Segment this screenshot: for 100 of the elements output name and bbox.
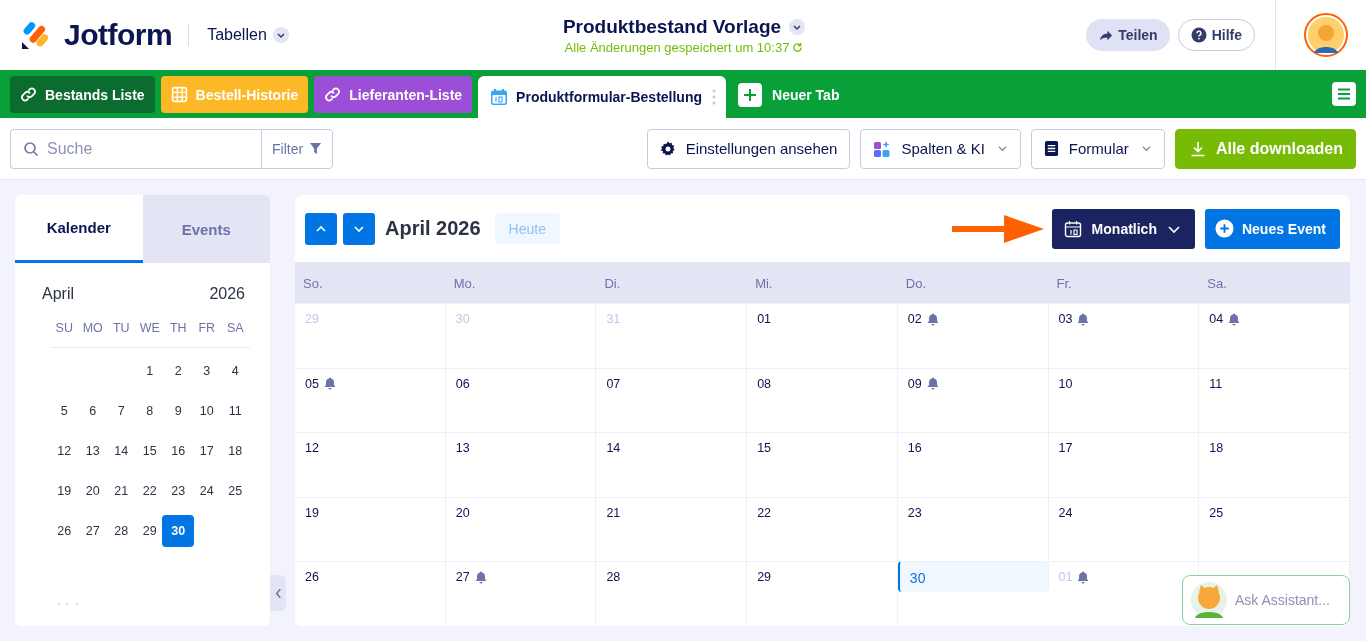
date-number: 22 bbox=[757, 505, 772, 520]
date-number: 19 bbox=[305, 505, 319, 520]
download-icon bbox=[1189, 140, 1206, 157]
date-number: 10 bbox=[1058, 376, 1073, 391]
calendar-cell[interactable]: 09 bbox=[897, 367, 1049, 433]
calendar-cell[interactable]: 15 bbox=[747, 432, 898, 497]
filter-button[interactable]: Filter bbox=[261, 128, 334, 169]
sheet-tab[interactable]: Lieferanten-Liste bbox=[314, 76, 473, 113]
calendar-cell[interactable]: 02 bbox=[897, 303, 1049, 368]
calendar-cell[interactable]: 10 bbox=[1048, 367, 1200, 433]
date-number: 17 bbox=[1058, 441, 1073, 456]
calendar-cell[interactable]: 17 bbox=[1048, 432, 1200, 497]
date-number: 15 bbox=[757, 441, 772, 456]
date-number: 12 bbox=[305, 441, 319, 456]
calendar-cell[interactable]: 11 bbox=[1199, 367, 1350, 433]
form-button[interactable]: Formular bbox=[1030, 128, 1165, 169]
link-icon bbox=[324, 86, 342, 103]
calendar-day[interactable]: 30 bbox=[162, 515, 195, 547]
calendar-cell[interactable]: 12 bbox=[295, 432, 446, 497]
next-button[interactable] bbox=[343, 212, 375, 245]
column-header: Sa. bbox=[1199, 262, 1350, 303]
calendar-cell[interactable]: 05 bbox=[295, 367, 446, 433]
new-event-button[interactable]: Neues Event bbox=[1204, 208, 1340, 249]
calendar-cell[interactable]: 28 bbox=[596, 561, 748, 626]
column-header: Di. bbox=[596, 262, 748, 303]
date-number: 21 bbox=[606, 505, 621, 520]
column-header: So. bbox=[295, 262, 446, 303]
date-number: 05 bbox=[305, 376, 319, 391]
calendar-cell[interactable]: 06 bbox=[445, 367, 597, 433]
calendar-cell[interactable]: 14 bbox=[596, 432, 748, 497]
date-number: 03 bbox=[1058, 312, 1073, 326]
calendar-cell[interactable]: 26 bbox=[295, 561, 446, 626]
refresh-icon bbox=[792, 41, 804, 53]
date-number: 31 bbox=[606, 312, 621, 326]
weekday-label: TU bbox=[111, 321, 131, 335]
menu-icon[interactable] bbox=[1332, 82, 1356, 106]
date-number: 08 bbox=[757, 376, 772, 391]
chevron-down-icon bbox=[996, 143, 1008, 154]
help-button[interactable]: Hilfe bbox=[1177, 19, 1255, 51]
logo-text[interactable]: Jotform bbox=[64, 18, 173, 52]
form-title: Produktbestand Vorlage bbox=[562, 15, 782, 38]
grid-icon bbox=[170, 86, 188, 103]
weekday-label: WE bbox=[138, 321, 161, 335]
calendar-icon bbox=[490, 88, 509, 106]
plus-circle-icon bbox=[1214, 219, 1234, 238]
calendar-cell[interactable]: 21 bbox=[596, 496, 748, 562]
calendar-cell[interactable]: 27 bbox=[445, 561, 597, 626]
date-number: 11 bbox=[1209, 376, 1223, 391]
weekday-label: SA bbox=[225, 321, 245, 335]
calendar-icon bbox=[1063, 219, 1082, 238]
share-button[interactable]: Teilen bbox=[1086, 19, 1170, 51]
plus-icon bbox=[738, 82, 762, 107]
calendar-cell[interactable]: 18 bbox=[1199, 432, 1350, 497]
assistant-avatar bbox=[1191, 582, 1227, 618]
date-number: 29 bbox=[305, 312, 319, 326]
settings-button[interactable]: Einstellungen ansehen bbox=[646, 128, 851, 169]
calendar-cell[interactable]: 01 bbox=[747, 303, 898, 368]
chevron-down-icon bbox=[272, 27, 289, 43]
calendar-cell[interactable]: 24 bbox=[1048, 496, 1200, 562]
date-number: 04 bbox=[1209, 312, 1224, 326]
calendar-cell[interactable]: 29 bbox=[747, 561, 898, 626]
date-number: 24 bbox=[1058, 505, 1073, 520]
sheet-tab[interactable]: Produktformular-Bestellung bbox=[478, 76, 726, 118]
date-number: 23 bbox=[907, 505, 922, 520]
date-number: 30 bbox=[909, 570, 926, 587]
save-status: Alle Änderungen gespeichert um 10:37 bbox=[564, 39, 790, 55]
calendar-cell[interactable]: 25 bbox=[1199, 496, 1350, 562]
help-icon bbox=[1190, 27, 1207, 43]
calendar-cell[interactable]: 13 bbox=[445, 432, 597, 497]
chevron-down-icon[interactable] bbox=[789, 18, 806, 35]
calendar-cell[interactable]: 19 bbox=[295, 496, 446, 562]
sheet-tab[interactable]: Bestands Liste bbox=[10, 76, 155, 113]
date-number: 14 bbox=[606, 441, 621, 456]
collapse-button[interactable] bbox=[270, 575, 286, 611]
calendar-cell[interactable]: 07 bbox=[596, 367, 748, 433]
previous-button[interactable] bbox=[305, 212, 337, 245]
calendar-cell[interactable]: 22 bbox=[747, 496, 898, 562]
weekday-label: SU bbox=[54, 321, 74, 335]
calendar-cell[interactable]: 03 bbox=[1048, 303, 1200, 368]
avatar[interactable] bbox=[1304, 13, 1348, 57]
month-title: April 2026 bbox=[385, 217, 481, 240]
calendar-cell[interactable]: 04 bbox=[1199, 303, 1350, 368]
calendar-cell[interactable]: 20 bbox=[445, 496, 597, 562]
date-number: 29 bbox=[757, 570, 772, 585]
product-menu[interactable]: Tabellen bbox=[207, 26, 289, 44]
calendar-cell[interactable]: 16 bbox=[897, 432, 1049, 497]
calendar-cell[interactable]: 30 bbox=[897, 561, 1049, 593]
weekday-label: FR bbox=[197, 321, 217, 335]
calendar-cell[interactable]: 08 bbox=[747, 367, 898, 433]
settings-icon bbox=[659, 140, 676, 157]
columns-ai-button[interactable]: Spalten & KI bbox=[860, 128, 1021, 169]
date-number: 25 bbox=[1209, 505, 1224, 520]
search-field[interactable]: Suche bbox=[10, 128, 261, 169]
date-number: 06 bbox=[455, 376, 470, 391]
view-dropdown[interactable]: Monatlich bbox=[1051, 208, 1195, 249]
logo-icon bbox=[20, 20, 50, 50]
column-header: Do. bbox=[897, 262, 1049, 303]
date-number: 02 bbox=[907, 312, 922, 326]
sidebar-tab[interactable]: Events bbox=[142, 195, 270, 263]
weekday-label: TH bbox=[168, 321, 188, 335]
